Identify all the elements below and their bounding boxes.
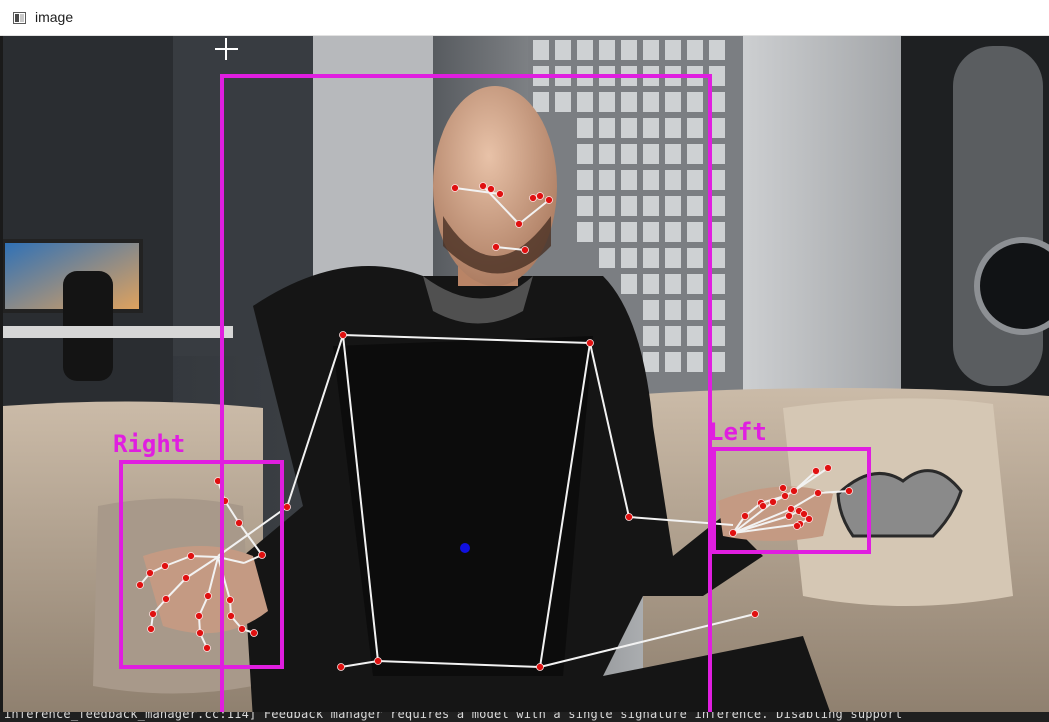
window-app-icon xyxy=(13,12,26,24)
window-titlebar: image xyxy=(0,0,1049,36)
camera-frame: Right Left xyxy=(3,36,1049,720)
console-output-line: inference_feedback_manager.cc:114] Feedb… xyxy=(0,712,1049,722)
right-hand-label: Right xyxy=(113,430,185,458)
left-hand-label: Left xyxy=(709,418,767,446)
window-title: image xyxy=(35,9,74,25)
body-center-point xyxy=(460,543,470,553)
image-viewport[interactable]: Right Left xyxy=(3,36,1049,720)
console-text: inference_feedback_manager.cc:114] Feedb… xyxy=(4,712,903,721)
